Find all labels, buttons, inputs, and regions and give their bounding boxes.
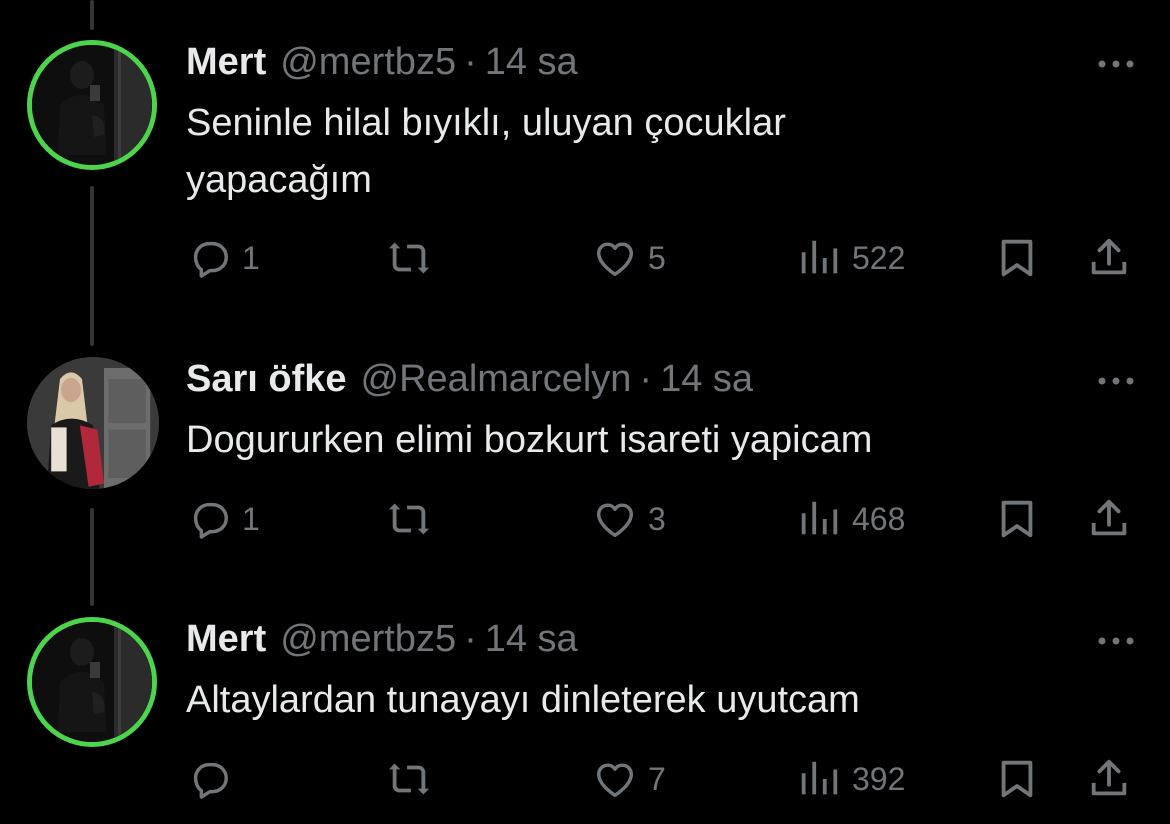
more-icon: [1098, 377, 1134, 385]
share-button[interactable]: [1086, 494, 1132, 544]
like-count: 7: [648, 760, 666, 797]
tweet-header: Mert @mertbz5 · 14 sa: [186, 40, 578, 84]
like-count: 3: [648, 500, 666, 537]
timestamp[interactable]: 14 sa: [485, 40, 578, 84]
bookmark-button[interactable]: [994, 494, 1040, 544]
more-options-button[interactable]: [1094, 361, 1138, 397]
avatar[interactable]: [27, 617, 157, 747]
bookmark-button[interactable]: [994, 754, 1040, 804]
reply-count: 1: [242, 239, 260, 276]
view-count: 392: [852, 760, 906, 797]
action-bar: 7 392: [0, 754, 1170, 804]
user-handle[interactable]: @mertbz5: [280, 40, 456, 84]
action-bar: 1 5 522: [0, 233, 1170, 283]
action-bar: 1 3 468: [0, 494, 1170, 544]
tweet-text: Seninle hilal bıyıklı, uluyan çocuklar y…: [186, 102, 786, 201]
more-icon: [1098, 637, 1134, 645]
share-icon: [1091, 759, 1127, 796]
retweet-button[interactable]: [386, 494, 442, 544]
reply-button[interactable]: [186, 754, 242, 804]
tweet-header: Sarı öfke @Realmarcelyn · 14 sa: [186, 357, 753, 401]
separator-dot: ·: [464, 618, 477, 660]
avatar[interactable]: [27, 40, 157, 170]
retweet-icon: [388, 242, 430, 274]
like-button[interactable]: 5: [592, 233, 666, 283]
like-button[interactable]: 7: [592, 754, 666, 804]
bookmark-icon: [1001, 760, 1033, 798]
share-button[interactable]: [1086, 754, 1132, 804]
user-handle[interactable]: @mertbz5: [280, 617, 456, 661]
tweet[interactable]: Sarı öfke @Realmarcelyn · 14 sa Dogururk…: [0, 357, 1170, 557]
user-handle[interactable]: @Realmarcelyn: [361, 357, 632, 401]
timestamp[interactable]: 14 sa: [485, 617, 578, 661]
views-button[interactable]: 468: [796, 494, 905, 544]
heart-icon: [596, 763, 634, 798]
bookmark-icon: [1001, 500, 1033, 538]
tweet-text: Altaylardan tunayayı dinleterek uyutcam: [186, 679, 860, 721]
avatar-photo: [32, 45, 152, 165]
more-options-button[interactable]: [1094, 621, 1138, 657]
bookmark-button[interactable]: [994, 233, 1040, 283]
views-button[interactable]: 392: [796, 754, 905, 804]
like-button[interactable]: 3: [592, 494, 666, 544]
timestamp[interactable]: 14 sa: [660, 357, 753, 401]
more-options-button[interactable]: [1094, 44, 1138, 80]
share-icon: [1091, 499, 1127, 536]
reply-icon: [193, 241, 228, 278]
display-name[interactable]: Mert: [186, 40, 266, 84]
share-icon: [1091, 238, 1127, 275]
separator-dot: ·: [464, 41, 477, 83]
heart-icon: [596, 242, 634, 277]
more-icon: [1098, 60, 1134, 68]
views-icon: [801, 240, 838, 274]
tweet[interactable]: Mert @mertbz5 · 14 sa Altaylardan tunaya…: [0, 617, 1170, 817]
reply-count: 1: [242, 500, 260, 537]
view-count: 522: [852, 239, 906, 276]
reply-icon: [193, 502, 228, 539]
retweet-button[interactable]: [386, 754, 442, 804]
retweet-button[interactable]: [386, 233, 442, 283]
views-icon: [801, 501, 838, 535]
view-count: 468: [852, 500, 906, 537]
reply-button[interactable]: 1: [186, 494, 260, 544]
avatar-photo: [32, 622, 152, 742]
views-button[interactable]: 522: [796, 233, 905, 283]
views-icon: [801, 761, 838, 795]
tweet-header: Mert @mertbz5 · 14 sa: [186, 617, 578, 661]
like-count: 5: [648, 239, 666, 276]
avatar-photo: [27, 357, 159, 489]
separator-dot: ·: [639, 358, 653, 400]
display-name[interactable]: Mert: [186, 617, 266, 661]
retweet-icon: [388, 763, 430, 795]
bookmark-icon: [1001, 239, 1033, 277]
share-button[interactable]: [1086, 233, 1132, 283]
avatar[interactable]: [27, 357, 159, 489]
retweet-icon: [388, 503, 430, 535]
tweet[interactable]: Mert @mertbz5 · 14 sa Seninle hilal bıyı…: [0, 40, 1170, 290]
reply-button[interactable]: 1: [186, 233, 260, 283]
tweet-text: Dogururken elimi bozkurt isareti yapicam: [186, 419, 873, 461]
thread-line-top: [90, 0, 94, 30]
display-name[interactable]: Sarı öfke: [186, 357, 347, 401]
heart-icon: [596, 503, 634, 538]
reply-icon: [193, 762, 228, 799]
